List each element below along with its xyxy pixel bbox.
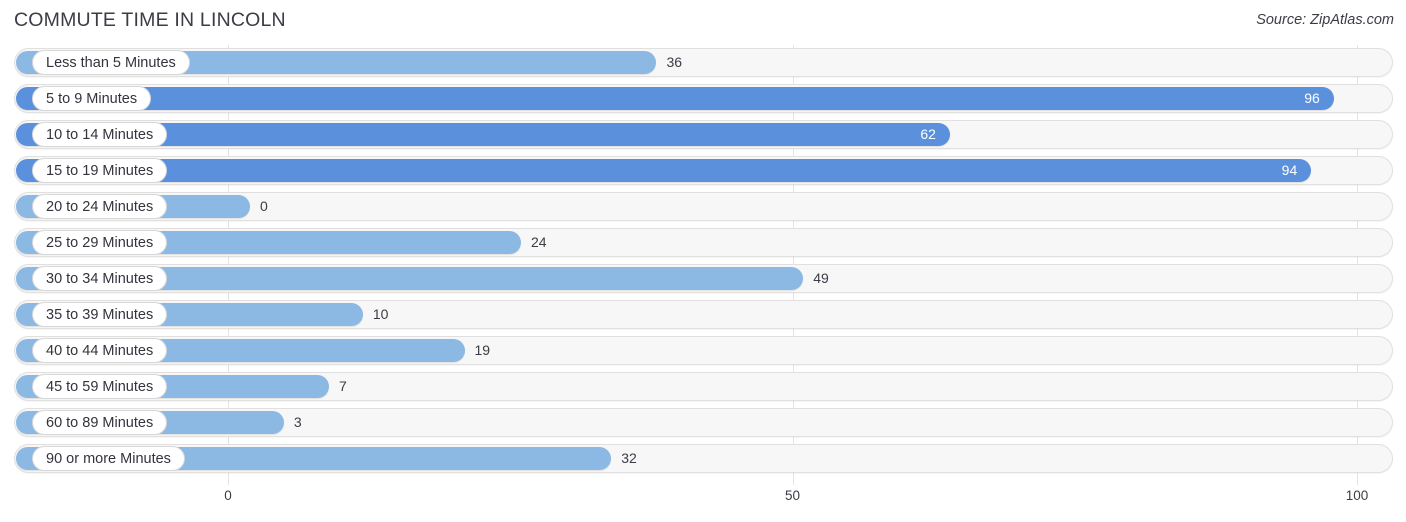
bar-value-label: 24 (530, 234, 547, 250)
bar-row[interactable]: 25 to 29 Minutes 24 (0, 225, 1406, 261)
bar-category-label: 5 to 9 Minutes (32, 86, 152, 111)
bar-row[interactable]: 15 to 19 Minutes 94 (0, 153, 1406, 189)
bar-value-label: 32 (621, 450, 637, 466)
axis-tick-label: 50 (784, 488, 801, 503)
bar-row[interactable]: 35 to 39 Minutes 10 (0, 297, 1406, 333)
bar-category-label: 35 to 39 Minutes (32, 302, 168, 327)
bar-category-label: 40 to 44 Minutes (32, 338, 168, 363)
bar-value-label: 62 (920, 126, 936, 142)
bar-fill[interactable] (16, 159, 1312, 182)
bar-value-label: 36 (666, 54, 683, 70)
bar-row[interactable]: 90 or more Minutes 32 (0, 441, 1406, 477)
bar-value-label: 3 (293, 414, 302, 430)
page-title: COMMUTE TIME IN LINCOLN (14, 9, 286, 31)
bar-category-label: 45 to 59 Minutes (32, 374, 168, 399)
bar-row[interactable]: 30 to 34 Minutes 49 (0, 261, 1406, 297)
bar-row[interactable]: Less than 5 Minutes 36 (0, 45, 1406, 81)
bar-category-label: Less than 5 Minutes (32, 50, 190, 75)
chart-header: COMMUTE TIME IN LINCOLN Source: ZipAtlas… (0, 0, 1406, 45)
bar-value-label: 7 (339, 378, 347, 394)
bar-row[interactable]: 45 to 59 Minutes 7 (0, 369, 1406, 405)
bar-value-label: 19 (474, 342, 491, 358)
bar-row[interactable]: 60 to 89 Minutes 3 (0, 405, 1406, 441)
bar-value-label: 49 (813, 270, 829, 286)
axis-tick-label: 0 (224, 488, 232, 503)
bar-value-label: 96 (1304, 90, 1320, 106)
bar-value-label: 10 (372, 306, 389, 322)
bar-value-label: 94 (1281, 162, 1298, 178)
source-attribution: Source: ZipAtlas.com (1256, 12, 1394, 28)
bar-row[interactable]: 40 to 44 Minutes 19 (0, 333, 1406, 369)
bar-category-label: 15 to 19 Minutes (32, 158, 168, 183)
bar-category-label: 20 to 24 Minutes (32, 194, 168, 219)
bar-row[interactable]: 20 to 24 Minutes 0 (0, 189, 1406, 225)
bar-value-label: 0 (260, 198, 268, 214)
bar-category-label: 30 to 34 Minutes (32, 266, 168, 291)
bar-category-label: 60 to 89 Minutes (32, 410, 168, 435)
axis-tick-label: 100 (1345, 488, 1369, 503)
bar-row[interactable]: 10 to 14 Minutes 62 (0, 117, 1406, 153)
x-axis: 0 50 100 (0, 485, 1406, 522)
bar-fill[interactable] (16, 87, 1334, 110)
bar-row[interactable]: 5 to 9 Minutes 96 (0, 81, 1406, 117)
bar-category-label: 90 or more Minutes (32, 446, 185, 471)
bar-chart-plot-area: Less than 5 Minutes 36 5 to 9 Minutes 96 10 … (0, 45, 1406, 485)
bar-category-label: 25 to 29 Minutes (32, 230, 168, 255)
bar-category-label: 10 to 14 Minutes (32, 122, 168, 147)
